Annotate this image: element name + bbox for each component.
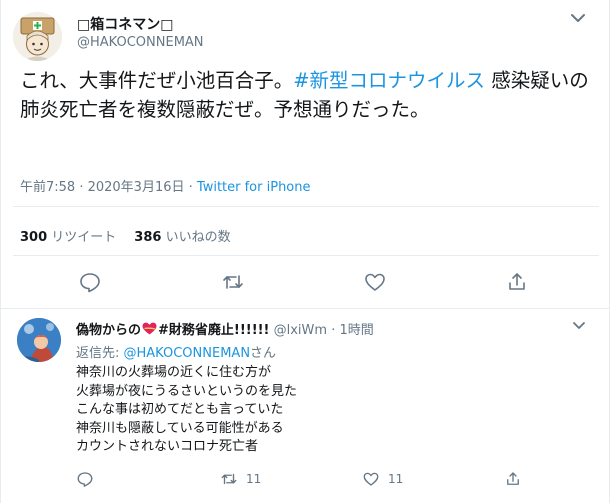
reply-dot: · (331, 323, 336, 338)
reply-handle[interactable]: @lxiWm (274, 323, 327, 338)
like-count: 386 (134, 230, 162, 245)
handle[interactable]: @HAKOCONNEMAN (77, 35, 204, 50)
reply-to: 返信先: @HAKOCONNEMANさん (76, 342, 276, 361)
like-icon[interactable] (363, 270, 387, 294)
reply-reply-action[interactable] (76, 470, 102, 488)
reply-to-mention[interactable]: @HAKOCONNEMAN (124, 346, 251, 361)
display-name[interactable]: □箱コネマン□ (77, 14, 173, 34)
reply-separator (1, 308, 610, 309)
divider (13, 255, 599, 256)
reply-to-label: 返信先: (76, 346, 124, 361)
reply-like-count: 11 (388, 472, 404, 486)
reply-line: こんな事は初めてだとも言っていた (76, 402, 284, 417)
retweet-icon (221, 473, 237, 485)
reply-header: 偽物からの #財務省廃止!!!!!! @lxiWm · 1時間 (76, 319, 374, 338)
reply-line: 神奈川の火葬場の近くに住む方が (76, 365, 272, 380)
source-link[interactable]: Twitter for iPhone (197, 180, 311, 195)
main-tweet: □箱コネマン□ @HAKOCONNEMAN これ、大事件だぜ小池百合子。#新型コ… (1, 0, 610, 308)
avatar[interactable] (13, 12, 62, 61)
reply-icon (77, 472, 93, 487)
retweet-count: 300 (20, 230, 48, 245)
reply-line: カウントされないコロナ死亡者 (76, 439, 259, 454)
reply-avatar[interactable] (17, 318, 61, 362)
reply-avatar-image (17, 318, 61, 362)
heart-emoji-icon (142, 322, 157, 335)
reply-display-name-suffix[interactable]: #財務省廃止!!!!!! (158, 323, 269, 338)
reply-chevron-down-icon[interactable] (571, 320, 587, 332)
meta-separator: · (184, 180, 197, 195)
retweet-label: リツイート (51, 230, 117, 245)
like-stat[interactable]: 386 いいねの数 (134, 230, 230, 245)
reply-share-action[interactable] (504, 470, 530, 488)
tweet-meta: 午前7:58 · 2020年3月16日 · Twitter for iPhone (20, 176, 311, 195)
timestamp[interactable]: 午前7:58 · 2020年3月16日 (20, 180, 185, 195)
share-icon[interactable] (505, 270, 529, 294)
reply-icon[interactable] (78, 270, 102, 294)
tweet-page: □箱コネマン□ @HAKOCONNEMAN これ、大事件だぜ小池百合子。#新型コ… (0, 0, 610, 503)
reply-line: 火葬場が夜にうるさいというのを見た (76, 383, 298, 399)
avatar-image (13, 12, 62, 61)
reply-retweet-count: 11 (246, 472, 262, 486)
reply-time[interactable]: 1時間 (339, 323, 373, 338)
retweet-stat[interactable]: 300 リツイート (20, 230, 116, 245)
tweet-stats: 300 リツイート 386 いいねの数 (20, 226, 231, 245)
like-icon (363, 472, 379, 486)
reply-like-action[interactable]: 11 (362, 470, 403, 488)
reply-to-suffix: さん (250, 346, 277, 361)
reply-line: 神奈川も隠蔽している可能性がある (76, 420, 284, 436)
hashtag-link[interactable]: #新型コロナウイルス (293, 69, 485, 92)
reply-text: 神奈川の火葬場の近くに住む方が 火葬場が夜にうるさいというのを見た こんな事は初… (76, 364, 297, 457)
retweet-icon[interactable] (221, 270, 245, 294)
tweet-text-part1: これ、大事件だぜ小池百合子。 (20, 69, 294, 92)
divider (13, 206, 599, 207)
like-label: いいねの数 (165, 230, 231, 245)
share-icon (507, 472, 519, 485)
tweet-text: これ、大事件だぜ小池百合子。#新型コロナウイルス 感染疑いの肺炎死亡者を複数隠蔽… (20, 66, 595, 124)
reply-display-name[interactable]: 偽物からの (76, 323, 141, 338)
reply-retweet-action[interactable]: 11 (220, 470, 261, 488)
chevron-down-icon[interactable] (569, 12, 587, 26)
